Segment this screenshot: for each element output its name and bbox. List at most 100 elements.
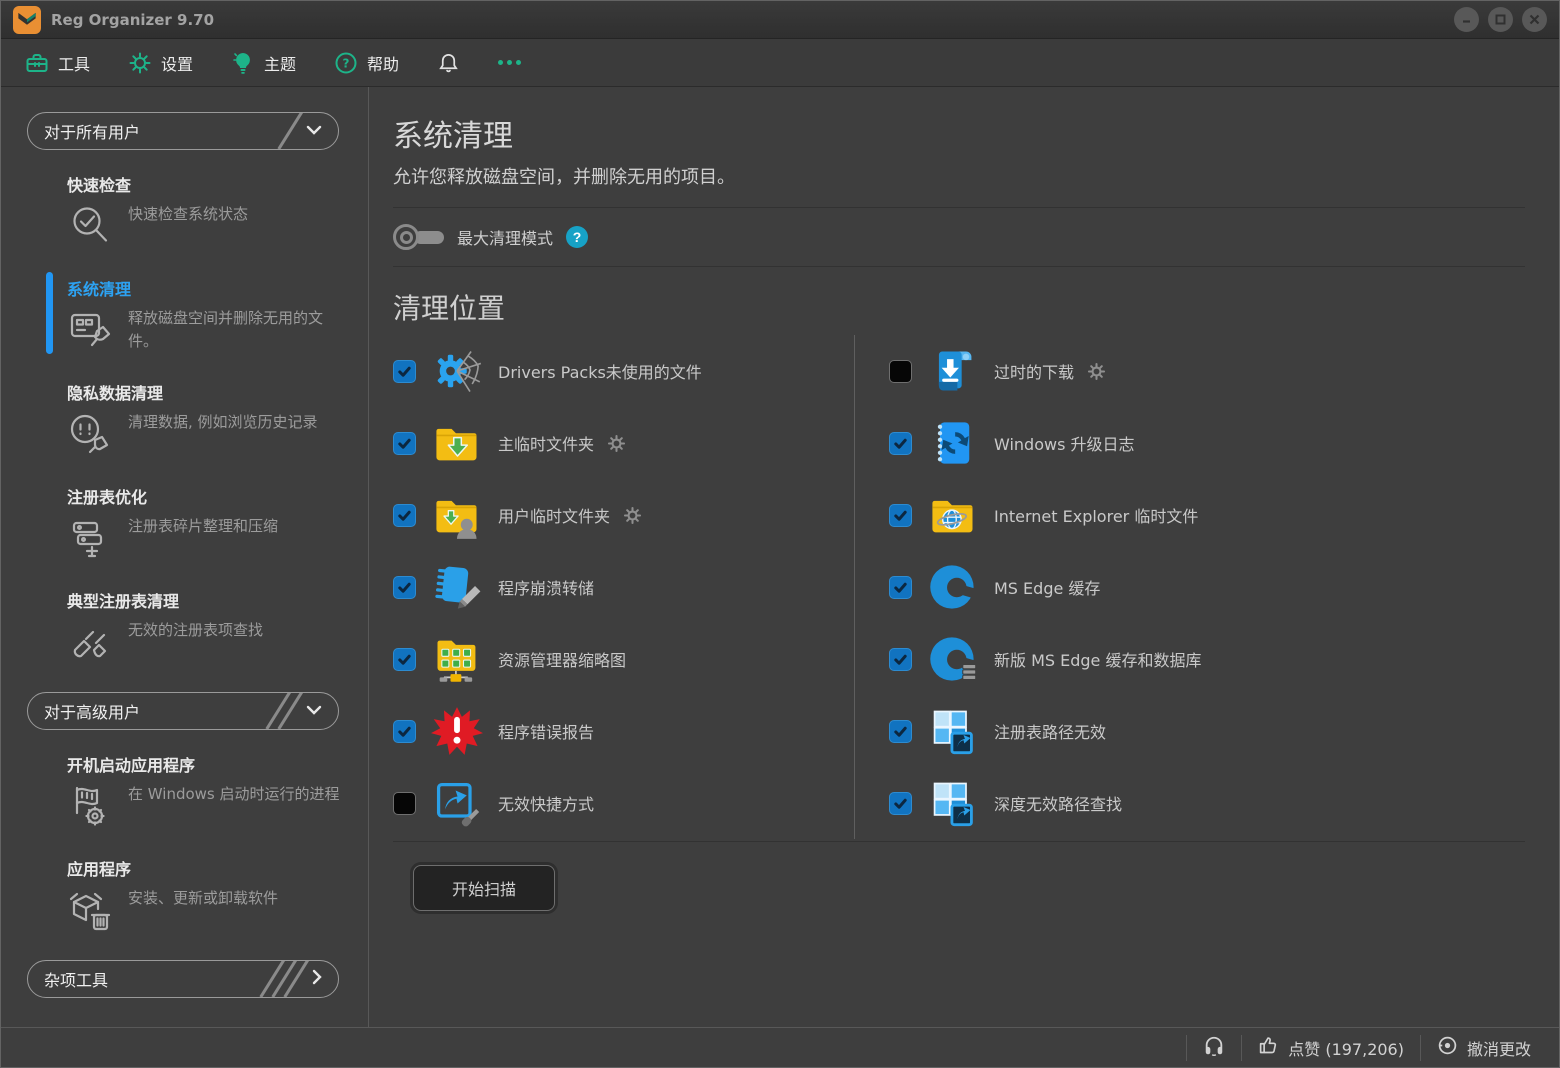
- settings-gear-icon[interactable]: [623, 506, 642, 525]
- nav-item-desc: 注册表碎片整理和压缩: [128, 515, 340, 538]
- start-scan-button[interactable]: 开始扫描: [413, 865, 555, 911]
- nav-item-desc: 无效的注册表项查找: [128, 619, 340, 642]
- registry-cubes-deep-icon: [925, 777, 981, 829]
- settings-menu-button[interactable]: 设置: [128, 51, 193, 75]
- cleanup-item-crash-dumps[interactable]: 程序崩溃转储: [393, 551, 844, 623]
- checkbox[interactable]: [393, 576, 416, 599]
- tools-menu-button[interactable]: 工具: [25, 51, 90, 75]
- group-all-users[interactable]: 对于所有用户: [27, 112, 339, 150]
- cleanup-item-user-temp-folder[interactable]: 用户临时文件夹: [393, 479, 844, 551]
- group-advanced-users[interactable]: 对于高级用户: [27, 692, 339, 730]
- sidebar-item-system-cleanup[interactable]: 系统清理 释放磁盘空间并删除无用的文件。: [67, 276, 350, 353]
- support-button[interactable]: [1203, 1035, 1225, 1061]
- sidebar-item-typical-registry-cleanup[interactable]: 典型注册表清理 无效的注册表项查找: [67, 588, 350, 665]
- close-button[interactable]: [1522, 7, 1547, 32]
- cleanup-item-label: Drivers Packs未使用的文件: [498, 359, 702, 383]
- help-menu-button[interactable]: ? 帮助: [334, 51, 399, 75]
- checkbox[interactable]: [393, 720, 416, 743]
- checkbox[interactable]: [393, 360, 416, 383]
- title-bar: Reg Organizer 9.70: [1, 1, 1559, 39]
- cleanup-item-invalid-registry-paths[interactable]: 注册表路径无效: [889, 695, 1525, 767]
- nav-item-desc: 清理数据, 例如浏览历史记录: [128, 411, 340, 434]
- svg-text:?: ?: [343, 56, 350, 70]
- app-window: Reg Organizer 9.70 工具 设置 主题 ? 帮助: [0, 0, 1560, 1068]
- sidebar-item-applications[interactable]: 应用程序 安装、更新或卸载软件: [67, 856, 350, 933]
- notifications-button[interactable]: [437, 51, 460, 74]
- group-misc-tools[interactable]: 杂项工具: [27, 960, 339, 998]
- settings-label: 设置: [161, 51, 193, 75]
- checkbox[interactable]: [889, 720, 912, 743]
- checkbox[interactable]: [393, 792, 416, 815]
- nav-item-title: 开机启动应用程序: [67, 752, 350, 776]
- divider: [393, 266, 1525, 267]
- window-controls: [1454, 7, 1547, 32]
- max-clean-row: 最大清理模式 ?: [393, 208, 1525, 266]
- sidebar-item-quick-check[interactable]: 快速检查 快速检查系统状态: [67, 172, 350, 249]
- checkbox[interactable]: [393, 432, 416, 455]
- cleanup-item-ie-temp-files[interactable]: Internet Explorer 临时文件: [889, 479, 1525, 551]
- cleanup-item-main-temp-folder[interactable]: 主临时文件夹: [393, 407, 844, 479]
- cleanup-item-label: 程序错误报告: [498, 719, 594, 743]
- checkbox[interactable]: [889, 432, 912, 455]
- like-button[interactable]: 点赞 (197,206): [1258, 1035, 1404, 1060]
- group-advanced-label: 对于高级用户: [44, 699, 140, 723]
- minimize-button[interactable]: [1454, 7, 1479, 32]
- more-button[interactable]: [498, 60, 521, 65]
- folder-user-icon: [429, 489, 485, 541]
- settings-gear-icon[interactable]: [607, 434, 626, 453]
- status-bar: 点赞 (197,206) 撤消更改: [1, 1027, 1559, 1067]
- lightbulb-icon: [231, 51, 255, 75]
- sidebar-item-privacy-cleanup[interactable]: 隐私数据清理 清理数据, 例如浏览历史记录: [67, 380, 350, 457]
- cleanup-item-deep-invalid-path-search[interactable]: 深度无效路径查找: [889, 767, 1525, 839]
- checkbox[interactable]: [889, 648, 912, 671]
- group-all-users-label: 对于所有用户: [44, 119, 140, 143]
- checkbox[interactable]: [889, 504, 912, 527]
- chevron-right-icon: [312, 969, 322, 990]
- cleanup-item-error-reports[interactable]: 程序错误报告: [393, 695, 844, 767]
- nav-item-title: 系统清理: [67, 276, 350, 300]
- cleanup-item-invalid-shortcuts[interactable]: 无效快捷方式: [393, 767, 844, 839]
- cleanup-item-label: 主临时文件夹: [498, 431, 594, 455]
- cleanup-item-label: 过时的下载: [994, 359, 1074, 383]
- separator: [1241, 1035, 1242, 1061]
- magnifier-check-icon: [67, 203, 115, 249]
- headphones-icon: [1203, 1035, 1225, 1061]
- separator: [1186, 1035, 1187, 1061]
- maximize-button[interactable]: [1488, 7, 1513, 32]
- page-subtitle: 允许您释放磁盘空间，并删除无用的项目。: [393, 163, 1525, 189]
- main-toolbar: 工具 设置 主题 ? 帮助: [1, 39, 1559, 87]
- body-area: 对于所有用户 快速检查 快速检查系统状态 系统清理: [1, 87, 1559, 1028]
- checkbox[interactable]: [889, 792, 912, 815]
- edge-database-icon: [925, 633, 981, 685]
- thumbs-up-icon: [1258, 1035, 1279, 1060]
- theme-label: 主题: [264, 51, 296, 75]
- nav-item-desc: 在 Windows 启动时运行的进程: [128, 783, 340, 806]
- settings-gear-icon[interactable]: [1087, 362, 1106, 381]
- checkbox[interactable]: [889, 576, 912, 599]
- sidebar-item-startup-apps[interactable]: 开机启动应用程序 在 Windows 启动时运行的进程: [67, 752, 350, 829]
- cleanup-item-ms-edge-cache[interactable]: MS Edge 缓存: [889, 551, 1525, 623]
- cleanup-item-label: 注册表路径无效: [994, 719, 1106, 743]
- nav-item-desc: 快速检查系统状态: [128, 203, 340, 226]
- cleanup-item-label: 用户临时文件夹: [498, 503, 610, 527]
- cleanup-item-drivers-packs[interactable]: Drivers Packs未使用的文件: [393, 335, 844, 407]
- cleanup-item-outdated-downloads[interactable]: 过时的下载: [889, 335, 1525, 407]
- theme-menu-button[interactable]: 主题: [231, 51, 296, 75]
- checkbox[interactable]: [393, 648, 416, 671]
- sidebar-item-registry-optimize[interactable]: 注册表优化 注册表碎片整理和压缩: [67, 484, 350, 561]
- max-clean-label: 最大清理模式: [457, 225, 553, 249]
- toggle-knob: [393, 224, 419, 250]
- error-burst-icon: [429, 705, 485, 757]
- page-title: 系统清理: [393, 111, 1525, 155]
- cleanup-locations: Drivers Packs未使用的文件 主临时文件夹: [393, 335, 1525, 839]
- group-misc-label: 杂项工具: [44, 967, 108, 991]
- checkbox[interactable]: [393, 504, 416, 527]
- cleanup-item-explorer-thumbnails[interactable]: 资源管理器缩略图: [393, 623, 844, 695]
- undo-changes-button[interactable]: 撤消更改: [1437, 1035, 1531, 1060]
- checkbox[interactable]: [889, 360, 912, 383]
- folder-thumbnails-icon: [429, 633, 485, 685]
- cleanup-item-windows-upgrade-logs[interactable]: Windows 升级日志: [889, 407, 1525, 479]
- help-icon[interactable]: ?: [566, 226, 588, 248]
- cleanup-item-new-edge-cache-db[interactable]: 新版 MS Edge 缓存和数据库: [889, 623, 1525, 695]
- max-clean-toggle[interactable]: [393, 224, 444, 250]
